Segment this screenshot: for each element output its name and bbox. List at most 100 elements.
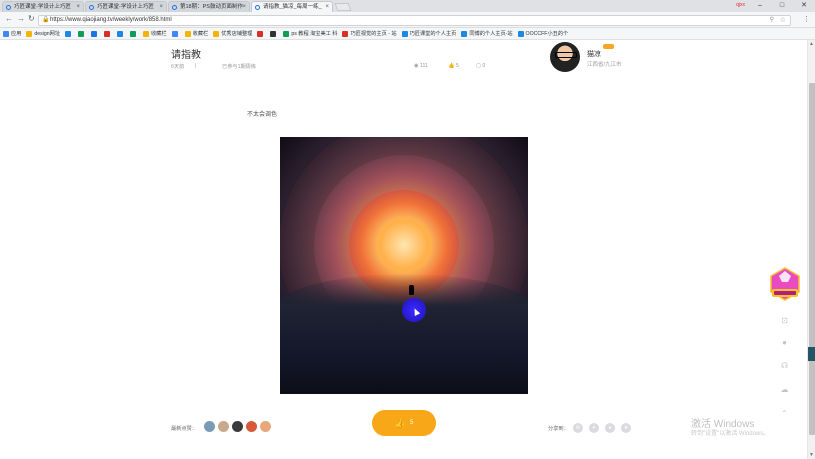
bookmark-item[interactable]: 巧匠视觉的主页 - 站 — [342, 30, 397, 37]
tab-close-icon[interactable]: × — [325, 2, 329, 12]
views-stat: ◉ 111 — [414, 63, 428, 69]
browser-tab-1[interactable]: 巧匠课堂-学设计上巧匠 × — [2, 1, 84, 12]
browser-profile-chip[interactable]: qjxx — [736, 2, 745, 8]
author-location: 江西省/九江市 — [587, 62, 622, 68]
chat-icon[interactable]: ● — [779, 337, 790, 348]
bookmark-item[interactable]: ps 教程 淘宝美工 科 — [283, 30, 337, 37]
bookmark-item[interactable]: 收藏栏 — [184, 30, 209, 37]
liker-avatar[interactable] — [260, 421, 271, 432]
address-bar-row: ← → ↻ 🔒 https://www.qiaojiang.tv/weekly/… — [0, 12, 815, 28]
bookmark-favicon-icon — [401, 30, 408, 37]
bookmark-item[interactable] — [65, 30, 73, 37]
like-button[interactable]: 👍 5 — [372, 410, 436, 436]
browser-tab-2[interactable]: 巧匠课堂-学设计上巧匠 × — [85, 1, 167, 12]
like-count: 5 — [409, 420, 414, 426]
scrollbar-thumb[interactable] — [809, 83, 815, 435]
lock-icon: 🔒 — [42, 17, 50, 23]
bookmark-item[interactable] — [117, 30, 125, 37]
site-favicon-icon — [89, 5, 94, 10]
bookmark-star-icon[interactable]: ☆ — [780, 16, 786, 25]
bookmark-favicon-icon — [3, 30, 9, 37]
scroll-up-icon[interactable]: ▲ — [809, 41, 814, 47]
page-scrollbar[interactable]: ▲ ▼ — [807, 40, 815, 459]
bookmark-favicon-icon — [283, 30, 290, 37]
bookmark-label: 同博的个人主页-站 — [469, 31, 513, 37]
bookmark-item[interactable] — [104, 30, 112, 37]
headset-icon[interactable]: ☊ — [779, 360, 790, 371]
bookmark-favicon-icon — [117, 30, 124, 37]
cart-icon[interactable]: ⊡ — [779, 315, 790, 326]
site-favicon-icon — [172, 5, 177, 10]
window-controls: – □ ✕ — [749, 0, 815, 12]
bookmark-item[interactable]: 同博的个人主页-站 — [461, 30, 513, 37]
bookmarks-bar: 应用 design网址 收藏栏 收藏栏 优秀店铺整理 ps 教程 淘宝美工 科 巧匠视觉的主… — [0, 28, 815, 40]
bookmark-item[interactable]: 收藏栏 — [143, 30, 167, 37]
back-arrow-icon[interactable]: ← — [5, 14, 13, 23]
bookmark-item[interactable]: 巧匠课堂的个人主页 — [401, 30, 456, 37]
bookmark-favicon-icon — [517, 30, 524, 37]
bookmark-item[interactable]: 应用 — [3, 30, 21, 37]
reload-icon[interactable]: ↻ — [28, 14, 35, 23]
bookmark-item[interactable] — [270, 30, 278, 37]
new-tab-button[interactable] — [334, 3, 352, 11]
bookmark-label: 优秀店铺整理 — [221, 31, 253, 37]
qq-icon[interactable]: ● — [605, 423, 615, 433]
scroll-down-icon[interactable]: ▼ — [809, 452, 814, 458]
back-to-top-icon[interactable]: ⌃ — [779, 408, 790, 419]
liker-avatar[interactable] — [204, 421, 215, 432]
artwork-image[interactable] — [280, 137, 528, 394]
liker-avatar[interactable] — [218, 421, 229, 432]
url-input[interactable]: 🔒 https://www.qiaojiang.tv/weekly/work/8… — [38, 15, 791, 26]
bookmark-item[interactable]: design网址 — [26, 30, 60, 37]
post-date: 6天前 — [171, 64, 185, 70]
wechat-icon[interactable]: ✉ — [573, 423, 583, 433]
promo-gift-badge[interactable] — [769, 267, 801, 305]
tab-label: 巧匠课堂-学设计上巧匠 — [14, 4, 71, 10]
close-window-button[interactable]: ✕ — [793, 0, 815, 12]
browser-tab-3[interactable]: 第18期：PS鼓动页面制作 × — [168, 1, 250, 12]
maximize-button[interactable]: □ — [771, 0, 793, 12]
liker-avatar[interactable] — [232, 421, 243, 432]
cloud-icon[interactable]: ☁ — [779, 384, 790, 395]
browser-tab-bar: 巧匠课堂-学设计上巧匠 × 巧匠课堂-学设计上巧匠 × 第18期：PS鼓动页面制作 ×… — [0, 0, 815, 12]
minimize-button[interactable]: – — [749, 0, 771, 12]
comments-stat: ▢ 0 — [476, 63, 486, 69]
bookmark-item[interactable] — [91, 30, 99, 37]
bookmark-favicon-icon — [78, 30, 85, 37]
author-avatar[interactable] — [550, 42, 580, 72]
bookmark-label: 收藏栏 — [192, 31, 209, 37]
bookmark-favicon-icon — [270, 30, 277, 37]
bookmark-label: 应用 — [11, 31, 22, 37]
bookmark-item[interactable] — [257, 30, 265, 37]
tab-label: 第18期：PS鼓动页面制作 — [180, 4, 243, 10]
bookmark-label: 巧匠视觉的主页 - 站 — [350, 31, 397, 37]
browser-tab-4-active[interactable]: 请指教_猫凉_每周一练_ × — [251, 1, 333, 12]
forward-arrow-icon[interactable]: → — [17, 14, 25, 23]
author-name[interactable]: 猫凉 — [587, 49, 601, 59]
bookmark-label: design网址 — [34, 31, 61, 37]
participation-count: 已参与1期周练 — [222, 64, 257, 70]
qzone-icon[interactable]: ★ — [621, 423, 631, 433]
bookmark-item[interactable] — [78, 30, 86, 37]
bookmark-favicon-icon — [26, 30, 33, 37]
page-content: 请指教 6天前 | 已参与1期周练 ◉ 111 👍 5 ▢ 0 猫凉 江西省/九… — [0, 40, 807, 459]
bookmark-item[interactable] — [130, 30, 138, 37]
tab-label: 请指教_猫凉_每周一练_ — [263, 4, 322, 10]
tab-close-icon[interactable]: × — [242, 2, 246, 12]
bookmark-favicon-icon — [184, 30, 191, 37]
post-description: 不太会调色 — [247, 112, 278, 118]
tab-close-icon[interactable]: × — [159, 2, 163, 12]
thumb-icon: 👍 — [448, 63, 456, 69]
liker-avatar[interactable] — [246, 421, 257, 432]
bookmark-favicon-icon — [143, 30, 150, 37]
browser-menu-icon[interactable]: ⋮ — [803, 15, 810, 23]
bookmark-item[interactable] — [171, 30, 180, 37]
bookmark-favicon-icon — [104, 30, 111, 37]
weibo-icon[interactable]: ✦ — [589, 423, 599, 433]
bookmark-item[interactable]: OOCCFF小丑的个 — [517, 30, 569, 37]
tab-close-icon[interactable]: × — [76, 2, 80, 12]
zoom-icon[interactable]: ⚲ — [770, 16, 774, 25]
bookmark-item[interactable]: 优秀店铺整理 — [213, 30, 252, 37]
tab-label: 巧匠课堂-学设计上巧匠 — [97, 4, 154, 10]
bookmark-label: OOCCFF小丑的个 — [525, 31, 569, 37]
